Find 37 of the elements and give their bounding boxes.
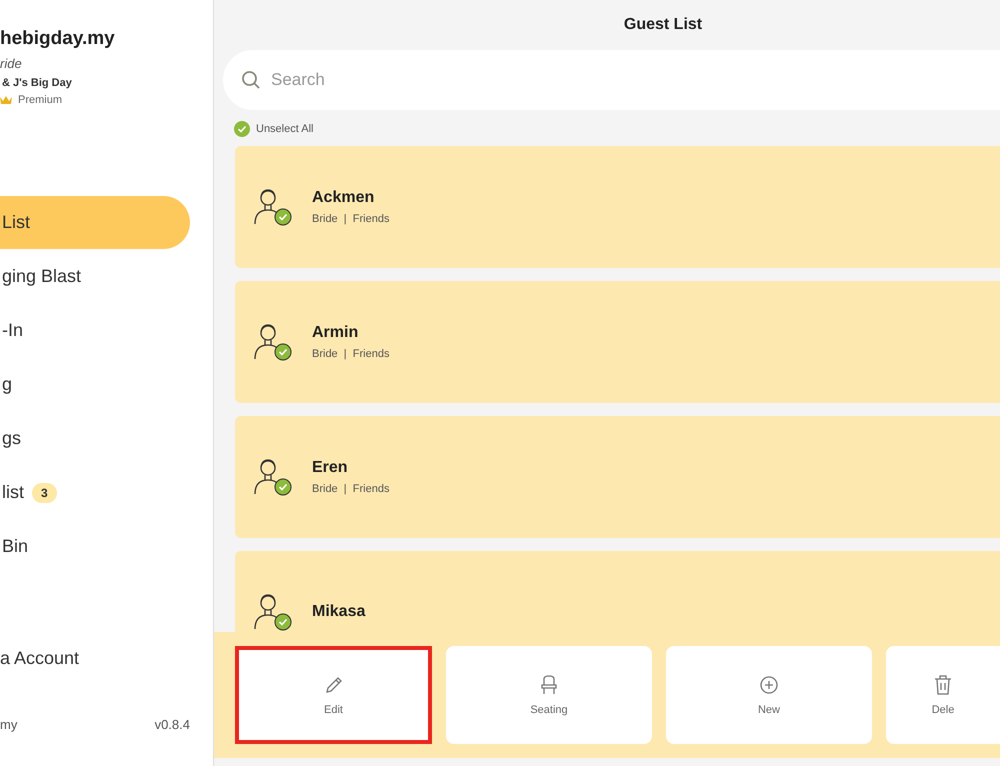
guest-card[interactable]: Mikasa: [235, 551, 1000, 632]
guest-tags: Bride | Friends: [312, 213, 390, 225]
guest-tags: Bride | Friends: [312, 348, 390, 360]
plan-label: Premium: [18, 94, 62, 106]
user-role: ride: [0, 56, 23, 71]
search-field[interactable]: Search: [223, 50, 1000, 110]
nav-item[interactable]: List: [0, 196, 190, 249]
guest-name: Eren: [312, 459, 349, 477]
seating-button[interactable]: Seating: [446, 646, 652, 744]
count-badge: 3: [32, 482, 57, 502]
page-title: Guest List: [622, 15, 704, 35]
nav-item[interactable]: Bin: [0, 520, 190, 573]
guest-tags: Bride | Friends: [312, 483, 390, 495]
edit-button[interactable]: Edit: [235, 646, 432, 744]
delete-button[interactable]: Dele: [886, 646, 1000, 744]
nav-item[interactable]: gs: [0, 412, 190, 465]
guest-name: Ackmen: [312, 189, 376, 207]
check-icon[interactable]: [234, 121, 250, 137]
trash-icon: [932, 674, 954, 696]
crown-icon: [0, 94, 12, 106]
brand-name: hebigday.my: [0, 28, 116, 50]
guest-card[interactable]: Eren Bride | Friends: [235, 416, 1000, 538]
version-label: v0.8.4: [154, 717, 190, 732]
account-link[interactable]: a Account: [0, 648, 213, 669]
guest-name: Mikasa: [312, 603, 366, 621]
nav-item[interactable]: -In: [0, 304, 190, 357]
guest-card[interactable]: Ackmen Bride | Friends: [235, 146, 1000, 268]
guest-card[interactable]: Armin Bride | Friends: [235, 281, 1000, 403]
guest-name: Armin: [312, 324, 360, 342]
event-name: & J's Big Day: [1, 77, 73, 89]
nav-item[interactable]: g: [0, 358, 190, 411]
nav-item[interactable]: list 3: [0, 466, 190, 519]
unselect-all-link[interactable]: Unselect All: [256, 123, 314, 135]
footer-text: my: [0, 717, 18, 732]
plus-circle-icon: [758, 674, 780, 696]
new-button[interactable]: New: [666, 646, 872, 744]
nav-item[interactable]: ging Blast: [0, 250, 190, 303]
